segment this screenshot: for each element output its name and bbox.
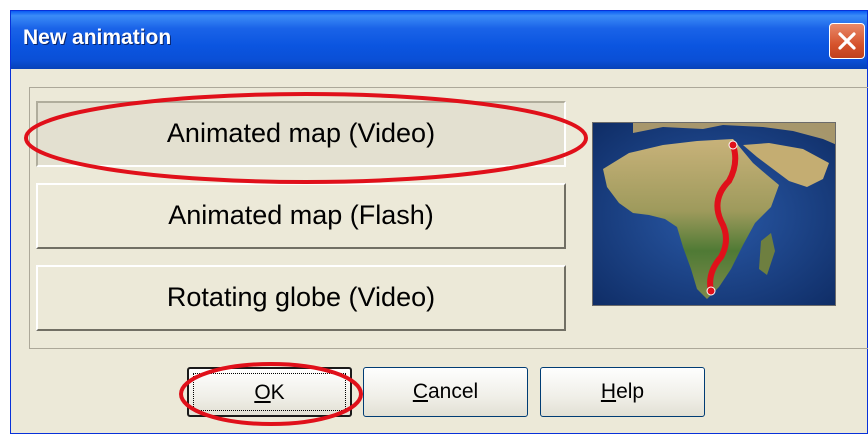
ok-label-rest: K (270, 381, 285, 404)
help-button[interactable]: Help (540, 367, 705, 417)
africa-route-map-icon (593, 123, 835, 305)
map-preview (592, 122, 836, 306)
cancel-label-rest: ancel (427, 380, 479, 403)
ok-mnemonic: O (254, 381, 271, 404)
help-mnemonic: H (600, 380, 617, 403)
rotating-globe-video-button[interactable]: Rotating globe (Video) (36, 265, 566, 331)
window-title: New animation (23, 26, 172, 49)
animated-map-video-button[interactable]: Animated map (Video) (36, 101, 566, 167)
animated-map-flash-button[interactable]: Animated map (Flash) (36, 183, 566, 249)
help-label-rest: elp (616, 380, 645, 403)
cancel-button[interactable]: Cancel (363, 367, 528, 417)
cancel-mnemonic: C (412, 380, 428, 403)
close-button[interactable] (829, 23, 865, 59)
close-icon (838, 32, 856, 50)
ok-button[interactable]: OK (187, 367, 352, 417)
title-bar[interactable]: New animation (11, 11, 867, 69)
